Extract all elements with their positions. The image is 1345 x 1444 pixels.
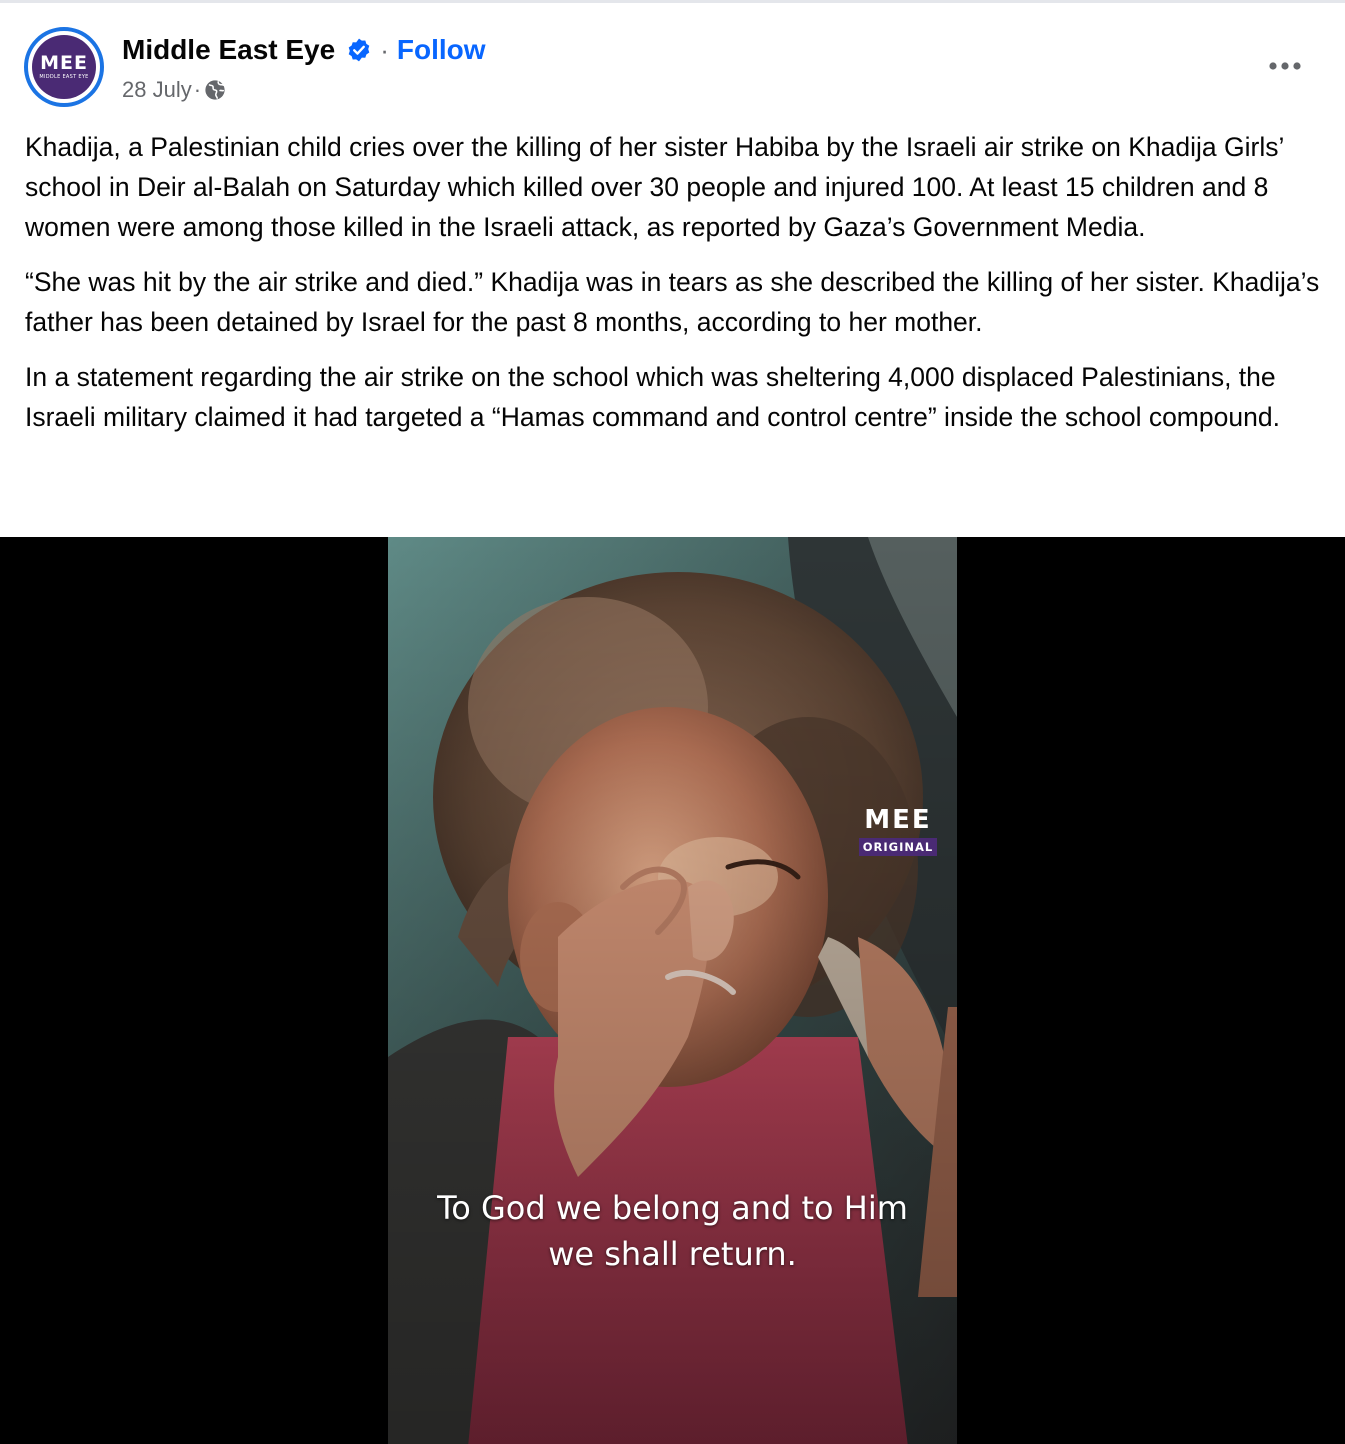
post-caption: Khadija, a Palestinian child cries over … xyxy=(25,127,1325,452)
caption-paragraph: In a statement regarding the air strike … xyxy=(25,362,1280,432)
post-card: MEE MIDDLE EAST EYE Middle East Eye · Fo… xyxy=(0,0,1345,1444)
post-header: MEE MIDDLE EAST EYE Middle East Eye · Fo… xyxy=(0,3,1345,113)
subtitle-line: To God we belong and to Him xyxy=(437,1189,908,1227)
page-avatar[interactable]: MEE MIDDLE EAST EYE xyxy=(24,27,104,107)
video-frame[interactable]: MEE ORIGINAL To God we belong and to Him… xyxy=(388,537,957,1444)
post-meta: 28 July · xyxy=(122,75,226,105)
subtitle-line: we shall return. xyxy=(548,1235,797,1273)
avatar-logo-text: MEE xyxy=(40,52,88,74)
post-date-link[interactable]: 28 July xyxy=(122,77,192,103)
avatar-logo-circle: MEE MIDDLE EAST EYE xyxy=(32,35,96,99)
more-options-button[interactable] xyxy=(1262,47,1308,87)
mee-original-watermark: MEE ORIGINAL xyxy=(858,805,938,856)
author-row: Middle East Eye · Follow xyxy=(122,31,486,69)
verified-badge-icon xyxy=(346,37,372,63)
avatar-logo-subtext: MIDDLE EAST EYE xyxy=(39,74,89,80)
page-name-link[interactable]: Middle East Eye xyxy=(122,34,335,66)
caption-paragraph: Khadija, a Palestinian child cries over … xyxy=(25,132,1284,242)
meta-separator-dot: · xyxy=(193,77,202,102)
watermark-original-badge: ORIGINAL xyxy=(858,838,938,856)
more-options-icon xyxy=(1268,58,1302,76)
follow-button[interactable]: Follow xyxy=(397,34,486,66)
video-still-image xyxy=(388,537,957,1444)
watermark-logo-text: MEE xyxy=(864,805,932,835)
separator-dot: · xyxy=(380,34,389,65)
caption-paragraph: “She was hit by the air strike and died.… xyxy=(25,267,1320,337)
video-player[interactable]: MEE ORIGINAL To God we belong and to Him… xyxy=(0,537,1345,1444)
video-subtitle: To God we belong and to Him we shall ret… xyxy=(388,1185,957,1277)
globe-icon[interactable] xyxy=(204,79,226,101)
